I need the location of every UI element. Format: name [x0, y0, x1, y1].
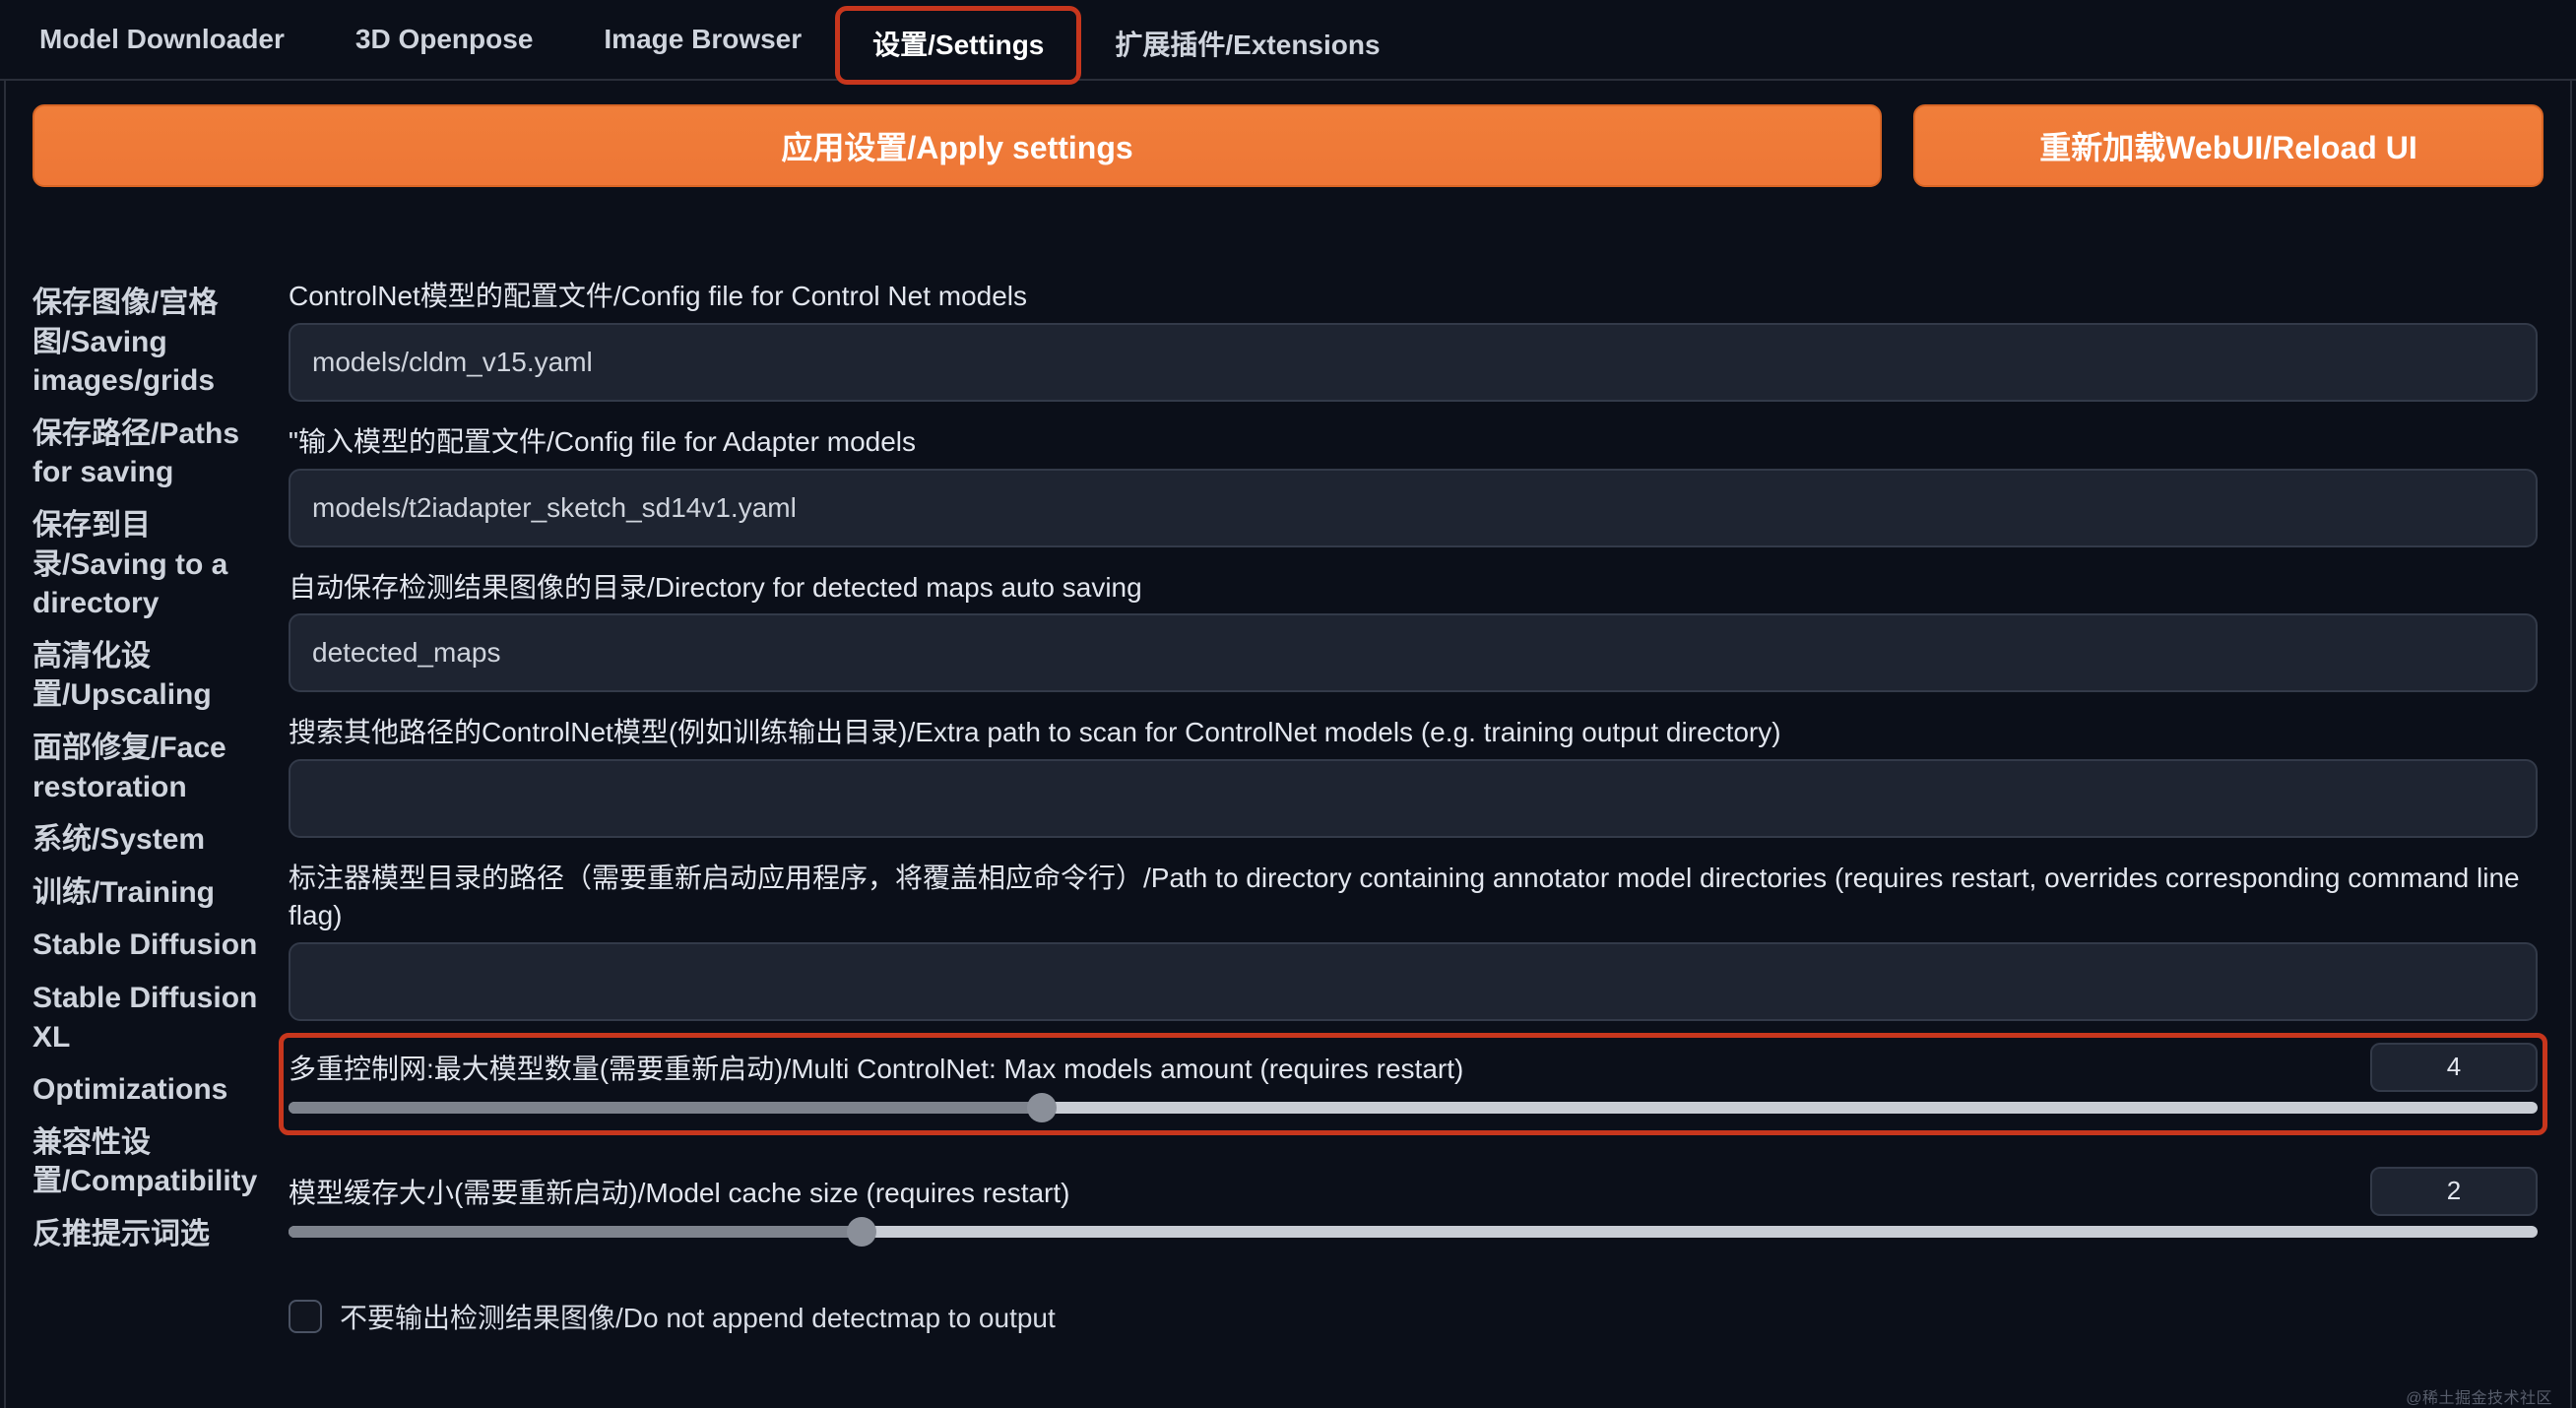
- label-max-models: 多重控制网:最大模型数量(需要重新启动)/Multi ControlNet: M…: [289, 1048, 2347, 1087]
- label-no-detectmap: 不要输出检测结果图像/Do not append detectmap to ou…: [340, 1297, 1056, 1336]
- watermark-text: @稀土掘金技术社区: [2406, 1384, 2552, 1408]
- label-extra-path: 搜索其他路径的ControlNet模型(例如训练输出目录)/Extra path…: [289, 714, 2538, 751]
- settings-sidebar: 保存图像/宫格图/Saving images/grids 保存路径/Paths …: [32, 278, 261, 1382]
- sidebar-item-training[interactable]: 训练/Training: [32, 867, 261, 919]
- field-max-models: 多重控制网:最大模型数量(需要重新启动)/Multi ControlNet: M…: [289, 1043, 2538, 1145]
- sidebar-item-system[interactable]: 系统/System: [32, 814, 261, 865]
- tab-extensions[interactable]: 扩展插件/Extensions: [1079, 8, 1415, 81]
- tab-3d-openpose[interactable]: 3D Openpose: [320, 8, 568, 81]
- label-controlnet-config: ControlNet模型的配置文件/Config file for Contro…: [289, 278, 2538, 315]
- sidebar-item-upscaling[interactable]: 高清化设置/Upscaling: [32, 631, 261, 721]
- field-no-detectmap[interactable]: 不要输出检测结果图像/Do not append detectmap to ou…: [289, 1297, 2538, 1336]
- label-detected-maps-dir: 自动保存检测结果图像的目录/Directory for detected map…: [289, 569, 2538, 607]
- sidebar-item-stable-diffusion-xl[interactable]: Stable Diffusion XL: [32, 973, 261, 1062]
- field-controlnet-config: ControlNet模型的配置文件/Config file for Contro…: [289, 278, 2538, 402]
- slider-fill-max-models: [289, 1102, 1042, 1114]
- top-tabs: Model Downloader 3D Openpose Image Brows…: [0, 0, 2576, 81]
- label-annotator-path: 标注器模型目录的路径（需要重新启动应用程序，将覆盖相应命令行）/Path to …: [289, 860, 2538, 934]
- sidebar-item-paths-saving[interactable]: 保存路径/Paths for saving: [32, 409, 261, 498]
- checkbox-no-detectmap[interactable]: [289, 1300, 322, 1333]
- settings-panel: 应用设置/Apply settings 重新加载WebUI/Reload UI …: [4, 81, 2572, 1408]
- sidebar-item-saving-images[interactable]: 保存图像/宫格图/Saving images/grids: [32, 278, 261, 407]
- input-adapter-config[interactable]: [289, 469, 2538, 547]
- sidebar-item-saving-directory[interactable]: 保存到目录/Saving to a directory: [32, 500, 261, 629]
- slider-max-models[interactable]: [289, 1102, 2538, 1114]
- input-extra-path[interactable]: [289, 759, 2538, 838]
- sidebar-item-compatibility[interactable]: 兼容性设置/Compatibility: [32, 1118, 261, 1207]
- sidebar-item-interrogate[interactable]: 反推提示词选: [32, 1209, 261, 1260]
- field-cache-size: 模型缓存大小(需要重新启动)/Model cache size (require…: [289, 1167, 2538, 1269]
- settings-content: 保存图像/宫格图/Saving images/grids 保存路径/Paths …: [32, 278, 2544, 1382]
- input-detected-maps-dir[interactable]: [289, 613, 2538, 692]
- label-adapter-config: "输入模型的配置文件/Config file for Adapter model…: [289, 423, 2538, 461]
- settings-form: ControlNet模型的配置文件/Config file for Contro…: [289, 278, 2544, 1382]
- tab-model-downloader[interactable]: Model Downloader: [4, 8, 320, 81]
- reload-ui-button[interactable]: 重新加载WebUI/Reload UI: [1913, 104, 2544, 187]
- tab-settings[interactable]: 设置/Settings: [837, 8, 1079, 81]
- field-annotator-path: 标注器模型目录的路径（需要重新启动应用程序，将覆盖相应命令行）/Path to …: [289, 860, 2538, 1021]
- slider-cache-size[interactable]: [289, 1226, 2538, 1238]
- field-extra-path: 搜索其他路径的ControlNet模型(例如训练输出目录)/Extra path…: [289, 714, 2538, 838]
- sidebar-item-optimizations[interactable]: Optimizations: [32, 1064, 261, 1116]
- slider-fill-cache-size: [289, 1226, 862, 1238]
- sidebar-item-stable-diffusion[interactable]: Stable Diffusion: [32, 920, 261, 971]
- value-cache-size[interactable]: 2: [2370, 1167, 2538, 1216]
- value-max-models[interactable]: 4: [2370, 1043, 2538, 1092]
- label-cache-size: 模型缓存大小(需要重新启动)/Model cache size (require…: [289, 1172, 2347, 1211]
- sidebar-item-face-restoration[interactable]: 面部修复/Face restoration: [32, 723, 261, 812]
- slider-thumb-max-models[interactable]: [1027, 1093, 1057, 1122]
- field-detected-maps-dir: 自动保存检测结果图像的目录/Directory for detected map…: [289, 569, 2538, 693]
- apply-settings-button[interactable]: 应用设置/Apply settings: [32, 104, 1882, 187]
- input-controlnet-config[interactable]: [289, 323, 2538, 402]
- action-buttons: 应用设置/Apply settings 重新加载WebUI/Reload UI: [32, 104, 2544, 187]
- input-annotator-path[interactable]: [289, 942, 2538, 1021]
- tab-image-browser[interactable]: Image Browser: [568, 8, 837, 81]
- field-adapter-config: "输入模型的配置文件/Config file for Adapter model…: [289, 423, 2538, 547]
- slider-thumb-cache-size[interactable]: [847, 1217, 876, 1247]
